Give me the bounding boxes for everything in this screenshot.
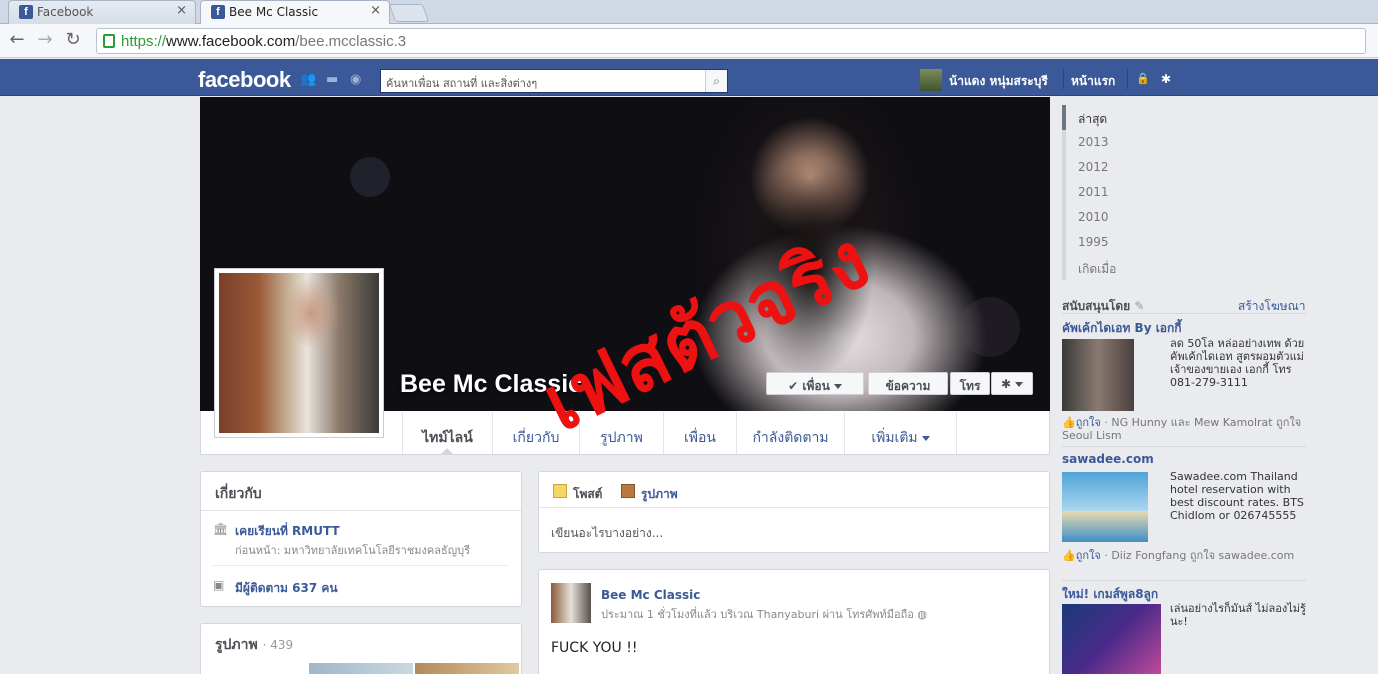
ad-choices-icon[interactable]: ✎ [1134,299,1144,313]
post-text: FUCK YOU !! [551,640,638,656]
ad-body: ลด 50โล หล่ออย่างเทพ ด้วยคัพเค้กไดเอท สู… [1170,337,1305,389]
status-icon [553,484,567,498]
header-user-name[interactable]: น้าแดง หนุ่มสระบุรี [949,72,1048,91]
about-card-title[interactable]: เกี่ยวกับ [215,483,262,505]
about-card: เกี่ยวกับ 🏛 เคยเรียนที่ RMUTT ก่อนหน้า: … [200,471,522,607]
new-tab-button[interactable] [388,4,430,22]
timeline-year-2010[interactable]: 2010 [1062,205,1182,230]
rss-icon: ▣ [213,578,225,592]
url-protocol: https:// [121,33,167,50]
ad-title[interactable]: sawadee.com [1062,452,1154,466]
back-arrow-icon[interactable]: ← [6,29,28,50]
ad-body: เล่นอย่างไรก็มันส์ ไม่ลองไม่รู้นะ! [1170,602,1306,628]
ad-title[interactable]: ใหม่! เกมส์พูล8ลูก [1062,585,1158,604]
url-path: /bee.mcclassic.3 [295,33,407,50]
facebook-logo[interactable]: facebook [198,67,291,93]
ad-title[interactable]: คัพเค้กไดเอท By เอกกี้ [1062,319,1182,338]
close-icon[interactable]: × [370,3,381,18]
about-followers[interactable]: มีผู้ติดตาม 637 คน [235,579,338,598]
timeline-year-latest[interactable]: ล่าสุด [1062,105,1182,130]
photos-card: รูปภาพ · 439 [200,623,522,674]
settings-button[interactable]: ✱ [991,372,1033,395]
messages-icon[interactable]: ▬ [326,72,342,87]
post-card: Bee Mc Classic ประมาณ 1 ชั่วโมงที่แล้ว บ… [538,569,1050,674]
divider [1062,580,1306,581]
timeline-year-born[interactable]: เกิดเมื่อ [1062,255,1182,280]
gear-icon[interactable]: ✱ [1161,72,1171,86]
globe-icon: ◍ [917,608,927,621]
close-icon[interactable]: × [176,3,187,18]
address-bar[interactable]: https://www.facebook.com/bee.mcclassic.3 [96,28,1366,54]
facebook-favicon-icon: f [211,5,225,19]
timeline-year-2013[interactable]: 2013 [1062,130,1182,155]
thumbs-up-icon[interactable]: 👍 [1062,416,1076,429]
divider [1062,313,1306,314]
timeline-year-2011[interactable]: 2011 [1062,180,1182,205]
selected-tab-indicator [440,448,454,455]
ad-image[interactable] [1062,472,1148,542]
ad-image[interactable] [1062,604,1161,674]
header-home-link[interactable]: หน้าแรก [1071,72,1115,91]
photo-thumbnail[interactable] [415,663,519,674]
browser-toolbar: ← → ↻ https://www.facebook.com/bee.mccla… [0,24,1378,58]
privacy-shortcuts-icon[interactable]: 🔒 [1136,72,1150,85]
avatar[interactable] [920,69,942,91]
ad-social-context: 👍ถูกใจ · NG Hunny และ Mew Kamolrat ถูกใจ… [1062,416,1306,442]
photos-card-title[interactable]: รูปภาพ · 439 [215,634,293,656]
url-host: www.facebook.com [166,33,296,50]
post-meta: ประมาณ 1 ชั่วโมงที่แล้ว บริเวณ Thanyabur… [601,605,927,623]
friend-requests-icon[interactable]: 👥 [300,72,316,87]
timeline-year-2012[interactable]: 2012 [1062,155,1182,180]
phone-button[interactable]: โทร [950,372,990,395]
divider [201,510,521,511]
search-input[interactable]: ค้นหาเพื่อน สถานที่ และสิ่งต่างๆ ⌕ [380,69,728,93]
notifications-globe-icon[interactable]: ◉ [350,72,366,87]
reload-icon[interactable]: ↻ [62,29,84,50]
browser-tab-bar: f Facebook × f Bee Mc Classic × [0,0,1378,25]
photos-title: รูปภาพ [215,637,258,653]
cover-decoration [350,157,390,197]
timeline-year-1995[interactable]: 1995 [1062,230,1182,255]
divider [1062,446,1306,447]
header-divider [1063,69,1064,89]
facebook-header: facebook 👥 ▬ ◉ ค้นหาเพื่อน สถานที่ และสิ… [0,59,1378,96]
divider [213,565,509,566]
ad-social-text: · Diiz Fongfang ถูกใจ sawadee.com [1104,549,1295,562]
browser-tab-title: Facebook [37,5,94,19]
forward-arrow-icon[interactable]: → [34,29,56,50]
phone-button-label: โทร [959,379,981,393]
gear-icon: ✱ [1000,377,1012,391]
lock-icon [103,34,115,48]
ad-like-link[interactable]: ถูกใจ [1076,549,1101,562]
ad-like-link[interactable]: ถูกใจ [1076,416,1101,429]
post-author[interactable]: Bee Mc Classic [601,588,700,602]
search-icon[interactable]: ⌕ [705,70,727,92]
profile-picture-image [219,273,379,433]
ad-social-context: 👍ถูกใจ · Diiz Fongfang ถูกใจ sawadee.com [1062,549,1306,562]
thumbs-up-icon[interactable]: 👍 [1062,549,1076,562]
search-placeholder: ค้นหาเพื่อน สถานที่ และสิ่งต่างๆ [386,77,538,90]
cover-decoration [960,297,1020,357]
browser-tab-bee-mc-classic[interactable]: f Bee Mc Classic × [200,0,390,25]
photo-thumbnail[interactable] [309,663,413,674]
browser-tab-title: Bee Mc Classic [229,5,319,19]
post-meta-text: ประมาณ 1 ชั่วโมงที่แล้ว บริเวณ Thanyabur… [601,608,914,621]
sponsored-text: สนับสนุนโดย [1062,299,1131,313]
ad-image[interactable] [1062,339,1134,411]
about-school-previous: ก่อนหน้า: มหาวิทยาลัยเทคโนโลยีราชมงคลธัญ… [235,544,470,557]
ad-body: Sawadee.com Thailand hotel reservation w… [1170,470,1304,522]
browser-tab-facebook[interactable]: f Facebook × [8,0,196,24]
header-divider [1127,69,1128,89]
profile-picture[interactable] [214,268,384,438]
about-school[interactable]: เคยเรียนที่ RMUTT [235,522,340,541]
facebook-favicon-icon: f [19,5,33,19]
photos-count: · 439 [262,638,294,652]
school-icon: 🏛 [213,522,229,536]
post-author-avatar[interactable] [551,583,591,623]
chevron-down-icon [1015,382,1024,387]
